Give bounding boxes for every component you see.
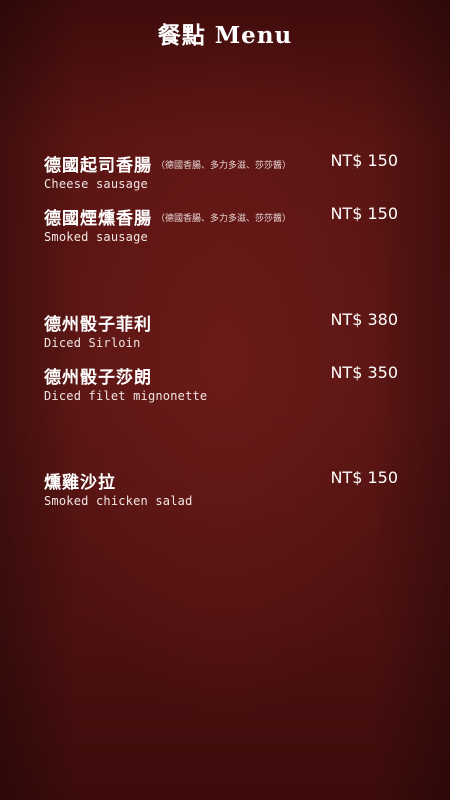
menu-item-english-name: Smoked chicken salad bbox=[44, 494, 193, 508]
menu-item-name: 德州骰子莎朗 bbox=[44, 368, 152, 388]
menu-item-smoked-chicken-salad[interactable]: 燻雞沙拉 NT$ 150 Smoked chicken salad bbox=[44, 468, 400, 508]
menu-item-name: 德國起司香腸 bbox=[44, 156, 152, 176]
menu-item-diced-sirloin[interactable]: 德州骰子菲利 NT$ 380 Diced Sirloin bbox=[44, 310, 400, 350]
menu-item-name: 德州骰子菲利 bbox=[44, 315, 152, 335]
menu-item-header: 燻雞沙拉 NT$ 150 bbox=[44, 468, 400, 494]
menu-item-smoked-sausage[interactable]: 德國煙燻香腸 （德國香腸、多力多滋、莎莎醬） NT$ 150 Smoked sau… bbox=[44, 204, 400, 244]
menu-item-price: NT$ 150 bbox=[330, 204, 398, 223]
menu-item-price: NT$ 150 bbox=[330, 468, 398, 487]
menu-item-header: 德國煙燻香腸 （德國香腸、多力多滋、莎莎醬） NT$ 150 bbox=[44, 204, 400, 230]
menu-item-price: NT$ 350 bbox=[330, 363, 398, 382]
menu-item-cheese-sausage[interactable]: 德國起司香腸 （德國香腸、多力多滋、莎莎醬） NT$ 150 Cheese sau… bbox=[44, 151, 400, 191]
menu-item-english-name: Cheese sausage bbox=[44, 177, 148, 191]
menu-item-header: 德州骰子莎朗 NT$ 350 bbox=[44, 363, 400, 389]
menu-item-note: （德國香腸、多力多滋、莎莎醬） bbox=[156, 161, 292, 171]
menu-item-note: （德國香腸、多力多滋、莎莎醬） bbox=[156, 214, 292, 224]
menu-item-english-name: Diced filet mignonette bbox=[44, 389, 208, 403]
menu-item-english-name: Diced Sirloin bbox=[44, 336, 141, 350]
menu-item-header: 德國起司香腸 （德國香腸、多力多滋、莎莎醬） NT$ 150 bbox=[44, 151, 400, 177]
menu-item-english-name: Smoked sausage bbox=[44, 230, 148, 244]
menu-item-name: 燻雞沙拉 bbox=[44, 473, 116, 493]
menu-item-price: NT$ 380 bbox=[330, 310, 398, 329]
page-title: 餐點 Menu bbox=[157, 22, 293, 49]
menu-item-price: NT$ 150 bbox=[330, 151, 398, 170]
menu-item-header: 德州骰子菲利 NT$ 380 bbox=[44, 310, 400, 336]
menu-item-name: 德國煙燻香腸 bbox=[44, 209, 152, 229]
menu-item-diced-filet-mignonette[interactable]: 德州骰子莎朗 NT$ 350 Diced filet mignonette bbox=[44, 363, 400, 403]
